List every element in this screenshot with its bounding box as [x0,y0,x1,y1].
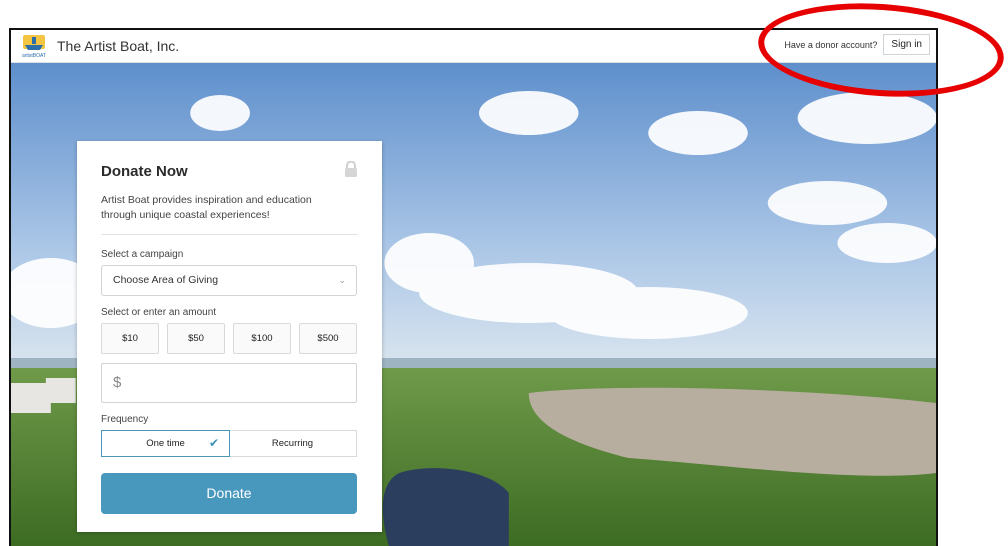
frequency-recurring[interactable]: Recurring [229,431,356,456]
form-title: Donate Now [101,163,188,180]
frequency-recurring-label: Recurring [271,438,314,449]
checkmark-icon: ✔ [208,436,219,450]
artist-boat-logo: artistBOAT [22,35,46,59]
org-name[interactable]: The Artist Boat, Inc. [57,38,179,54]
amount-label: Select or enter an amount [101,307,217,318]
frequency-toggle: One time ✔ Recurring [101,430,357,457]
amount-button-100[interactable]: $100 [233,323,291,354]
campaign-label: Select a campaign [101,249,184,260]
frequency-label: Frequency [101,414,149,425]
campaign-select[interactable]: Choose Area of Giving ⌄ [101,265,357,296]
donation-form-card: Donate Now Artist Boat provides inspirat… [77,141,382,532]
amount-button-50[interactable]: $50 [167,323,225,354]
amount-button-10[interactable]: $10 [101,323,159,354]
lock-icon [345,161,357,177]
custom-amount-input[interactable]: $ [101,363,357,403]
donate-button[interactable]: Donate [101,473,357,514]
browser-frame: artistBOAT The Artist Boat, Inc. Have a … [9,28,938,546]
divider [101,234,358,235]
campaign-select-value: Choose Area of Giving [113,274,219,286]
amount-button-500[interactable]: $500 [299,323,357,354]
frequency-one-time[interactable]: One time ✔ [101,430,230,457]
chevron-down-icon: ⌄ [338,275,346,285]
svg-text:artistBOAT: artistBOAT [22,53,46,59]
form-description: Artist Boat provides inspiration and edu… [101,194,312,221]
frequency-one-time-label: One time [146,438,185,449]
